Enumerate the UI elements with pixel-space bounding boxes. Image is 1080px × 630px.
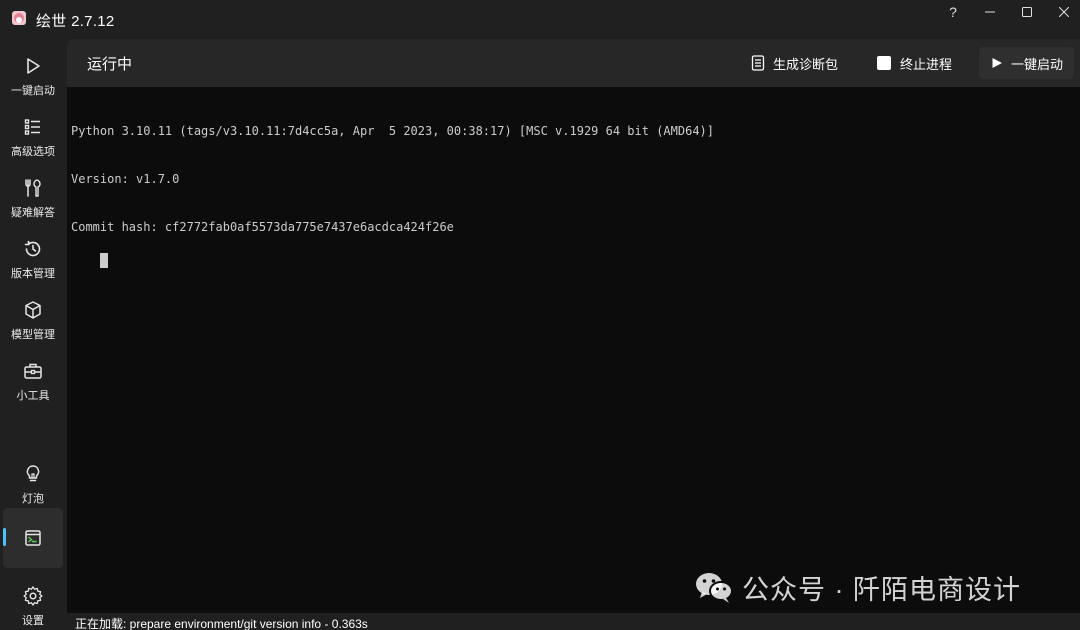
terminal-icon [25,530,41,546]
console-cursor [99,253,108,268]
sidebar-item-settings[interactable]: 设置 [0,580,66,630]
title-bar: 绘世 2.7.12 ? [0,0,1080,38]
sidebar-item-versions[interactable]: 版本管理 [0,233,66,291]
minimize-button[interactable] [972,0,1008,24]
help-button[interactable]: ? [935,0,971,24]
document-icon [751,55,765,71]
sidebar-item-label: 一键启动 [11,85,55,97]
close-button[interactable] [1046,0,1080,24]
console-output[interactable]: Python 3.10.11 (tags/v3.10.11:7d4cc5a, A… [71,91,1071,601]
stop-process-toggle[interactable]: 终止进程 [877,47,952,79]
sidebar: 一键启动 高级选项 疑难解答 版本管理 模型管理 小工具 灯泡 设置 [0,38,66,630]
window-title: 绘世 2.7.12 [36,13,115,30]
sidebar-item-label: 高级选项 [11,146,55,158]
sidebar-item-models[interactable]: 模型管理 [0,294,66,352]
sidebar-item-label: 设置 [22,615,44,627]
sidebar-item-advanced[interactable]: 高级选项 [0,111,66,169]
sidebar-item-label: 疑难解答 [11,207,55,219]
generate-diagnostics-button[interactable]: 生成诊断包 [751,47,838,79]
lightbulb-icon [26,465,40,482]
stop-process-checkbox[interactable] [877,56,891,70]
tools-icon [25,179,41,197]
app-logo-icon [12,11,26,25]
maximize-icon [1022,7,1032,17]
toolbox-icon [24,363,42,379]
watermark-text: 公众号 · 阡陌电商设计 [742,574,1021,605]
stop-process-label: 终止进程 [900,56,953,72]
close-icon [1059,7,1069,17]
sidebar-item-label: 小工具 [16,390,50,402]
list-icon [24,119,40,135]
maximize-button[interactable] [1009,0,1045,24]
one-click-start-button[interactable]: 一键启动 [979,47,1074,79]
main-panel: 运行中 生成诊断包 终止进程 一键启动 Python 3.10.11 (tags… [67,39,1080,613]
console-line: Python 3.10.11 (tags/v3.10.11:7d4cc5a, A… [71,124,714,138]
main-header: 运行中 生成诊断包 终止进程 一键启动 [67,39,1080,87]
sidebar-item-label: 灯泡 [22,493,44,505]
play-icon [992,58,1002,68]
sidebar-item-console[interactable] [3,508,63,568]
sidebar-item-tools[interactable]: 小工具 [0,355,66,413]
sidebar-item-launch[interactable]: 一键启动 [0,50,66,108]
active-indicator [3,528,6,546]
sidebar-item-label: 版本管理 [11,268,55,280]
wechat-icon [696,573,733,603]
watermark: 公众号 · 阡陌电商设计 [694,567,1021,607]
sidebar-item-troubleshoot[interactable]: 疑难解答 [0,172,66,230]
status-bar: 正在加载: prepare environment/git version in… [67,613,1080,630]
history-icon [24,240,41,257]
gear-icon [23,586,43,606]
minimize-icon [985,11,995,13]
console-line: Commit hash: cf2772fab0af5573da775e7437e… [71,220,454,234]
play-icon [27,58,40,74]
console-line: Version: v1.7.0 [71,172,180,186]
status-text: 正在加载: prepare environment/git version in… [75,617,368,630]
cube-icon [25,301,41,319]
generate-diagnostics-label: 生成诊断包 [773,56,839,72]
sidebar-item-label: 模型管理 [11,329,55,341]
page-title: 运行中 [87,56,133,73]
one-click-start-label: 一键启动 [1011,56,1064,72]
